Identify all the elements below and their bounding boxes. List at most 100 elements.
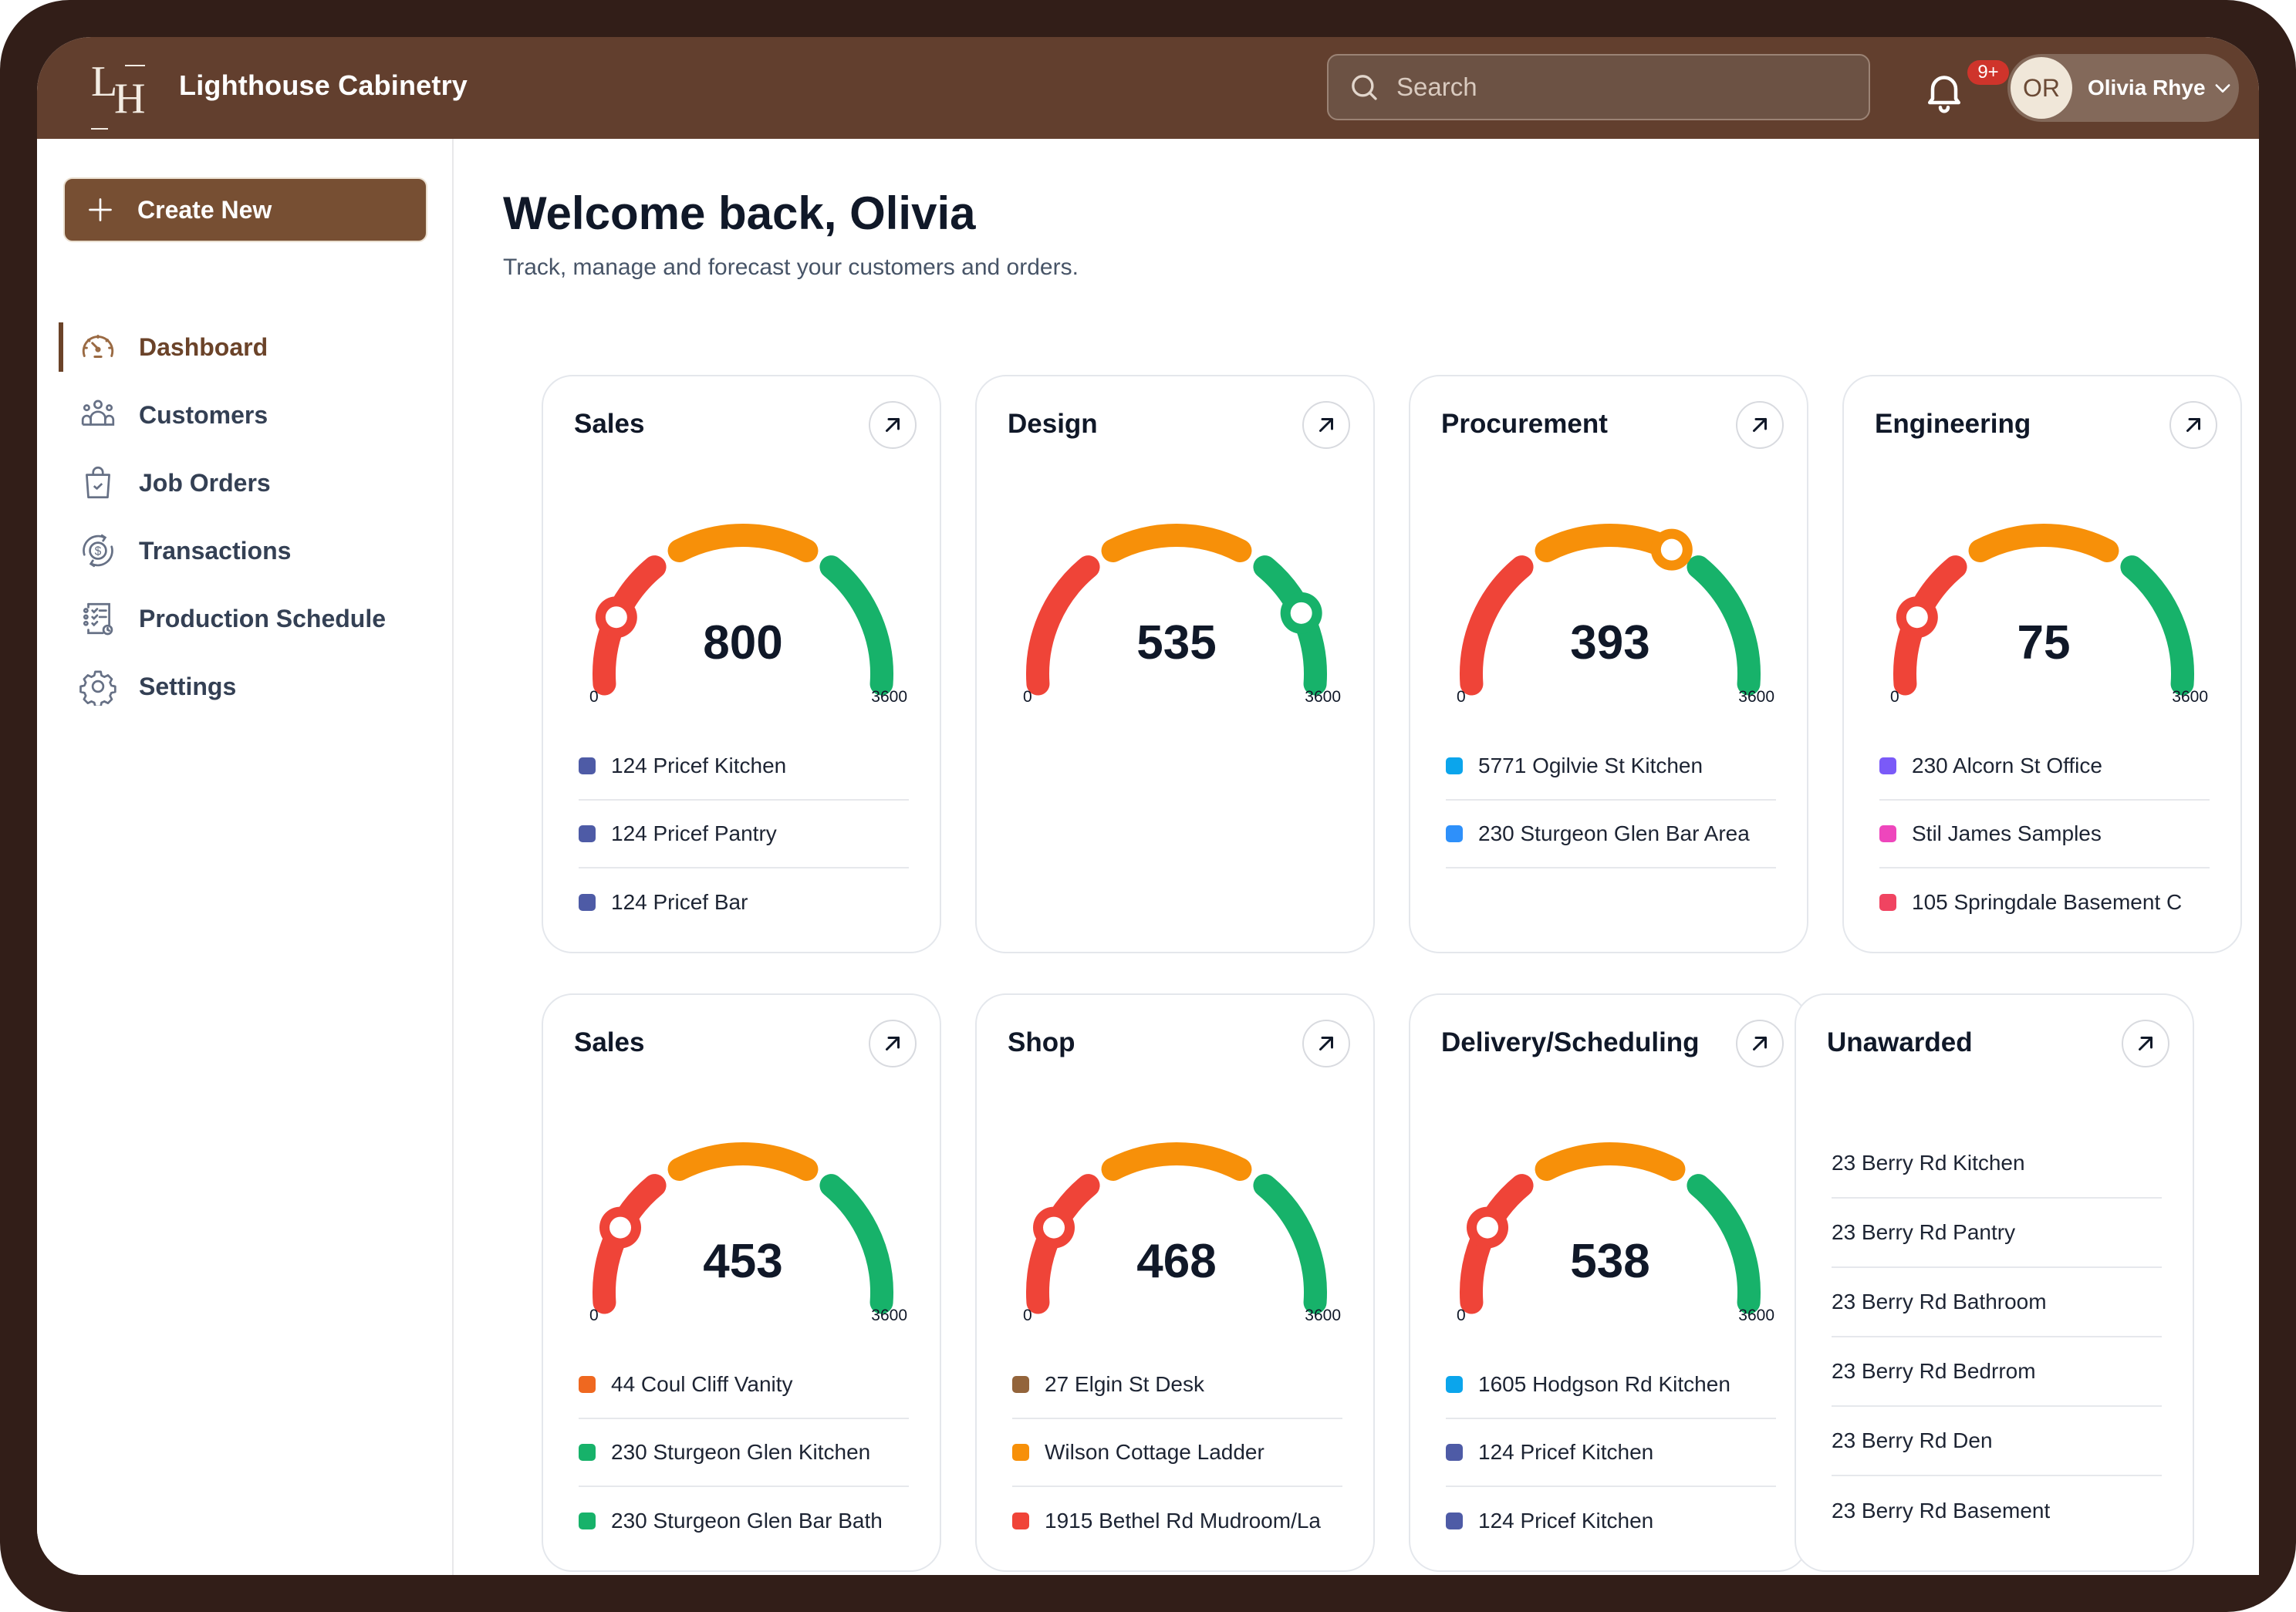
- open-card-button[interactable]: [1302, 1020, 1350, 1067]
- notifications-button[interactable]: [1921, 68, 1967, 114]
- color-dot-icon: [1879, 894, 1896, 911]
- arrow-up-right-icon: [1753, 418, 1767, 432]
- user-name: Olivia Rhye: [2088, 76, 2206, 99]
- card-title: Shop: [1008, 1027, 1075, 1057]
- list-item[interactable]: 1605 Hodgson Rd Kitchen: [1446, 1351, 1776, 1419]
- arrow-up-right-icon: [1753, 1037, 1767, 1050]
- list-item[interactable]: 230 Sturgeon Glen Kitchen: [579, 1419, 909, 1487]
- open-card-button[interactable]: [2169, 401, 2217, 449]
- color-dot-icon: [1446, 825, 1463, 842]
- list-item[interactable]: 5771 Ogilvie St Kitchen: [1446, 733, 1776, 801]
- sidebar-item-dashboard[interactable]: Dashboard: [59, 313, 446, 381]
- gauge: 468 0 3600: [977, 1111, 1376, 1342]
- arrow-up-right-icon: [2139, 1037, 2152, 1050]
- gauge-card: Sales 800 0 3600 124 Pricef Kitchen 124 Price…: [542, 375, 941, 953]
- list-item[interactable]: Wilson Cottage Ladder: [1012, 1419, 1342, 1487]
- list-item-label: 23 Berry Rd Basement: [1832, 1499, 2051, 1523]
- card-title: Sales: [574, 409, 645, 439]
- list-item[interactable]: 124 Pricef Kitchen: [1446, 1419, 1776, 1487]
- page-title: Welcome back, Olivia: [503, 187, 976, 239]
- open-card-button[interactable]: [869, 1020, 917, 1067]
- color-dot-icon: [1446, 1444, 1463, 1461]
- list-item[interactable]: 23 Berry Rd Bathroom: [1832, 1268, 2162, 1337]
- list-item-label: 23 Berry Rd Pantry: [1832, 1220, 2016, 1244]
- color-dot-icon: [1446, 1376, 1463, 1393]
- list-item[interactable]: 23 Berry Rd Kitchen: [1832, 1129, 2162, 1199]
- color-dot-icon: [1879, 825, 1896, 842]
- job-list: 124 Pricef Kitchen 124 Pricef Pantry 124 P…: [579, 733, 909, 936]
- open-card-button[interactable]: [1736, 401, 1784, 449]
- search-input[interactable]: [1395, 72, 1830, 103]
- list-item[interactable]: 1915 Bethel Rd Mudroom/La: [1012, 1487, 1342, 1555]
- sidebar-item-label: Production Schedule: [139, 604, 387, 632]
- list-item-label: 124 Pricef Kitchen: [1478, 1440, 1654, 1464]
- list-item[interactable]: 23 Berry Rd Basement: [1832, 1476, 2162, 1546]
- create-new-button[interactable]: Create New: [63, 177, 427, 242]
- create-new-label: Create New: [137, 195, 272, 224]
- svg-text:$: $: [95, 545, 102, 558]
- list-item[interactable]: 124 Pricef Kitchen: [579, 733, 909, 801]
- gauge-min-label: 0: [1457, 1307, 1466, 1324]
- color-dot-icon: [1012, 1376, 1029, 1393]
- brand-logo: L H: [91, 59, 153, 130]
- arrow-up-right-icon: [886, 1037, 900, 1050]
- gauge-min-label: 0: [1023, 1307, 1032, 1324]
- sidebar-item-job-orders[interactable]: Job Orders: [60, 449, 446, 517]
- list-item[interactable]: 105 Springdale Basement C: [1879, 868, 2210, 936]
- open-card-button[interactable]: [869, 401, 917, 449]
- active-indicator: [59, 322, 63, 372]
- open-card-button[interactable]: [2122, 1020, 2169, 1067]
- card-title: Delivery/Scheduling: [1441, 1027, 1700, 1057]
- list-item[interactable]: 124 Pricef Pantry: [579, 801, 909, 868]
- card-title: Unawarded: [1827, 1027, 1973, 1057]
- user-menu[interactable]: OR Olivia Rhye: [2007, 54, 2239, 122]
- gauge: 538 0 3600: [1410, 1111, 1810, 1342]
- device-frame: L H Lighthouse Cabinetry 9+ OR Olivia Rh…: [0, 0, 2296, 1612]
- list-item-label: 230 Sturgeon Glen Kitchen: [611, 1440, 871, 1464]
- gauge: 535 0 3600: [977, 492, 1376, 723]
- color-dot-icon: [579, 757, 596, 774]
- sidebar: Create New Dashboard Customers Job Order…: [37, 139, 454, 1575]
- color-dot-icon: [1012, 1513, 1029, 1529]
- avatar: OR: [2011, 57, 2072, 119]
- open-card-button[interactable]: [1302, 401, 1350, 449]
- open-card-button[interactable]: [1736, 1020, 1784, 1067]
- list-item[interactable]: 27 Elgin St Desk: [1012, 1351, 1342, 1419]
- list-item[interactable]: 44 Coul Cliff Vanity: [579, 1351, 909, 1419]
- list-item-label: 124 Pricef Kitchen: [1478, 1509, 1654, 1533]
- list-item[interactable]: Stil James Samples: [1879, 801, 2210, 868]
- sidebar-item-label: Job Orders: [139, 468, 271, 497]
- plus-icon: [89, 198, 112, 221]
- list-item[interactable]: 230 Sturgeon Glen Bar Bath: [579, 1487, 909, 1555]
- card-title: Engineering: [1875, 409, 2031, 439]
- sidebar-item-transactions[interactable]: $ Transactions: [60, 517, 446, 585]
- list-item[interactable]: 23 Berry Rd Den: [1832, 1407, 2162, 1476]
- search-box[interactable]: [1327, 54, 1870, 120]
- sidebar-item-production-schedule[interactable]: Production Schedule: [60, 585, 446, 653]
- gauge-max-label: 3600: [871, 1307, 907, 1324]
- color-dot-icon: [579, 825, 596, 842]
- gauge-max-label: 3600: [2172, 688, 2208, 706]
- list-item-label: 230 Sturgeon Glen Bar Area: [1478, 821, 1750, 845]
- search-icon: [1352, 75, 1377, 100]
- gauge-max-label: 3600: [1738, 688, 1774, 706]
- list-item[interactable]: 230 Sturgeon Glen Bar Area: [1446, 801, 1776, 868]
- list-item[interactable]: 124 Pricef Bar: [579, 868, 909, 936]
- bell-icon: [1928, 76, 1960, 113]
- sidebar-item-settings[interactable]: Settings: [60, 653, 446, 720]
- list-item-label: 124 Pricef Bar: [611, 890, 748, 914]
- job-list: 5771 Ogilvie St Kitchen 230 Sturgeon Glen…: [1446, 733, 1776, 868]
- list-item[interactable]: 230 Alcorn St Office: [1879, 733, 2210, 801]
- gauge: 453 0 3600: [543, 1111, 943, 1342]
- list-item[interactable]: 23 Berry Rd Pantry: [1832, 1199, 2162, 1268]
- unawarded-list: 23 Berry Rd Kitchen 23 Berry Rd Pantry 23 …: [1832, 1129, 2162, 1546]
- gauge: 75 0 3600: [1844, 492, 2244, 723]
- list-item[interactable]: 124 Pricef Kitchen: [1446, 1487, 1776, 1555]
- sidebar-item-customers[interactable]: Customers: [60, 381, 446, 449]
- gauge-value: 393: [1570, 616, 1650, 669]
- dollar-cycle-icon: $: [77, 530, 119, 572]
- list-item[interactable]: 23 Berry Rd Bedrrom: [1832, 1337, 2162, 1407]
- color-dot-icon: [1879, 757, 1896, 774]
- gauge-min-label: 0: [589, 1307, 599, 1324]
- chevron-down-icon: [2215, 84, 2230, 93]
